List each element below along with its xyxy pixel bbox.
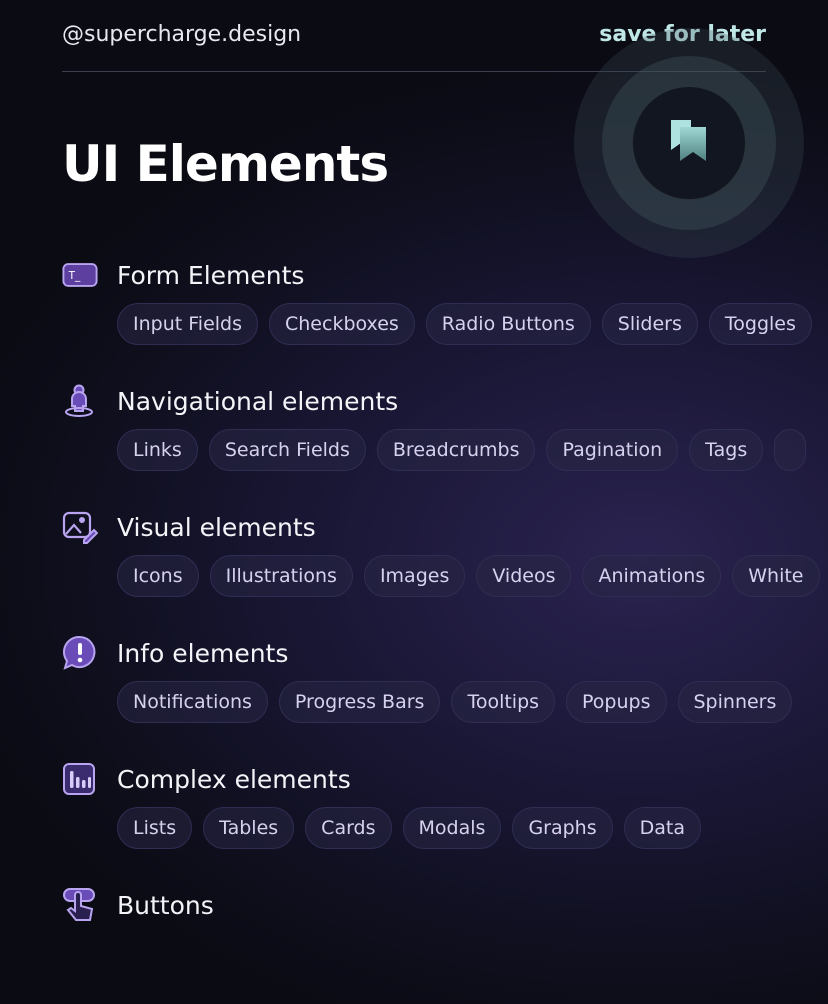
chip[interactable] xyxy=(774,429,807,471)
chip[interactable]: Popups xyxy=(566,681,667,723)
chip[interactable]: Images xyxy=(363,555,466,597)
chip[interactable]: Links xyxy=(117,429,198,471)
section-title: Form Elements xyxy=(117,260,305,290)
svg-text:T_: T_ xyxy=(68,270,81,282)
chip[interactable]: Notifications xyxy=(117,681,268,723)
chip[interactable]: Cards xyxy=(305,807,392,849)
chip[interactable]: Radio Buttons xyxy=(425,303,591,345)
section-complex-elements: Complex elements Lists Tables Cards Modals Gr… xyxy=(62,762,828,849)
chip[interactable]: Spinners xyxy=(677,681,793,723)
hand-tap-icon xyxy=(62,888,98,922)
chip[interactable]: Tables xyxy=(203,807,295,849)
section-navigational-elements: Navigational elements Links Search Fields B… xyxy=(62,384,828,471)
section-visual-elements: Visual elements Icons Illustrations Images V… xyxy=(62,510,828,597)
section-title: Navigational elements xyxy=(117,386,399,416)
chip[interactable]: White xyxy=(732,555,820,597)
chip[interactable]: Toggles xyxy=(708,303,812,345)
handle: @supercharge.design xyxy=(62,22,302,47)
section-title: Buttons xyxy=(117,890,214,920)
chip[interactable]: Modals xyxy=(402,807,502,849)
bar-chart-icon xyxy=(62,762,98,796)
chip[interactable]: Graphs xyxy=(512,807,613,849)
section-buttons: Buttons xyxy=(62,888,828,922)
chip[interactable]: Progress Bars xyxy=(278,681,441,723)
section-title: Complex elements xyxy=(117,764,351,794)
bookmark-icon xyxy=(671,120,706,161)
section-title: Visual elements xyxy=(117,512,316,542)
chip[interactable]: Data xyxy=(623,807,701,849)
chip[interactable]: Search Fields xyxy=(208,429,366,471)
chip[interactable]: Sliders xyxy=(601,303,698,345)
chip[interactable]: Tooltips xyxy=(451,681,556,723)
chip[interactable]: Lists xyxy=(117,807,193,849)
chip[interactable]: Pagination xyxy=(546,429,679,471)
chip[interactable]: Videos xyxy=(476,555,572,597)
chip[interactable]: Icons xyxy=(117,555,199,597)
chip[interactable]: Animations xyxy=(582,555,722,597)
person-pin-icon xyxy=(62,384,98,418)
chip[interactable]: Breadcrumbs xyxy=(376,429,536,471)
page-title: UI Elements xyxy=(62,135,389,193)
chip[interactable]: Input Fields xyxy=(117,303,258,345)
alert-bubble-icon xyxy=(62,635,98,670)
section-info-elements: Info elements Notifications Progress Bars T… xyxy=(62,635,828,723)
section-form-elements: T_ Form Elements Input Fields Checkboxes Rad… xyxy=(62,258,828,345)
chip[interactable]: Checkboxes xyxy=(269,303,415,345)
chip[interactable]: Tags xyxy=(689,429,764,471)
image-edit-icon xyxy=(62,510,98,544)
terminal-icon: T_ xyxy=(62,258,98,292)
section-title: Info elements xyxy=(117,638,289,668)
chip[interactable]: Illustrations xyxy=(209,555,353,597)
